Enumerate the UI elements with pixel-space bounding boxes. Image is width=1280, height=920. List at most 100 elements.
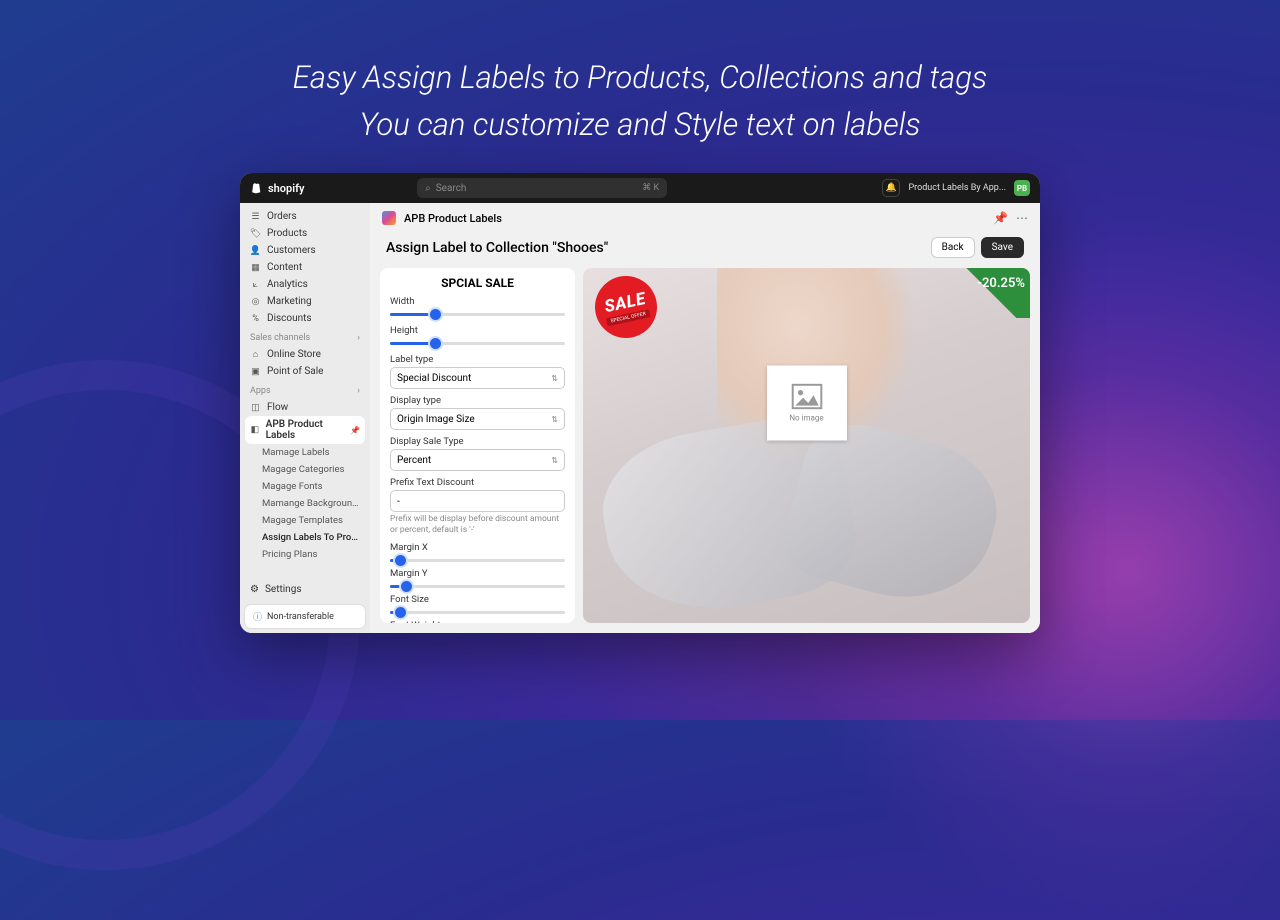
shopify-icon — [250, 182, 263, 195]
nav-label: APB Product Labels — [266, 419, 344, 441]
nav-discounts[interactable]: % Discounts — [240, 310, 370, 327]
nav-online-store[interactable]: ⌂ Online Store — [240, 346, 370, 363]
width-label: Width — [390, 296, 565, 307]
flow-icon: ◫ — [250, 402, 261, 413]
input-value: - — [397, 496, 400, 507]
pin-icon[interactable]: 📌 — [350, 426, 360, 435]
back-button[interactable]: Back — [931, 237, 975, 258]
display-sale-type-label: Display Sale Type — [390, 436, 565, 447]
section-label: Apps — [250, 386, 271, 396]
sub-manage-templates[interactable]: Magage Templates — [240, 512, 370, 529]
display-sale-type-select[interactable]: Percent ⇅ — [390, 449, 565, 471]
avatar[interactable]: PB — [1014, 180, 1030, 196]
form-panel: SPCIAL SALE Width Height — [380, 268, 575, 623]
app-icon: ◧ — [250, 425, 260, 436]
save-button[interactable]: Save — [981, 237, 1024, 258]
nav-apb-product-labels[interactable]: ◧ APB Product Labels 📌 — [245, 416, 365, 444]
nav-marketing[interactable]: ◎Marketing — [240, 293, 370, 310]
chevron-down-icon: ⇅ — [551, 456, 558, 465]
height-slider[interactable] — [390, 338, 565, 348]
nav-analytics[interactable]: ⟀Analytics — [240, 276, 370, 293]
sub-manage-categories[interactable]: Magage Categories — [240, 461, 370, 478]
shopify-brand[interactable]: shopify — [250, 182, 304, 195]
sub-assign-labels[interactable]: Assign Labels To Produ... — [240, 529, 370, 546]
app-header: APB Product Labels 📌 ⋯ — [370, 203, 1040, 233]
margin-x-slider[interactable] — [390, 555, 565, 565]
chevron-down-icon: ⇅ — [551, 415, 558, 424]
nav-label: Discounts — [267, 313, 312, 324]
nav-label: Products — [267, 228, 307, 239]
nav-label: Online Store — [267, 349, 321, 360]
width-slider[interactable] — [390, 309, 565, 319]
nav-label: Marketing — [267, 296, 312, 307]
font-size-label: Font Size — [390, 594, 565, 605]
search-input[interactable]: ⌕ Search ⌘ K — [417, 178, 667, 198]
nav-label: Customers — [267, 245, 316, 256]
search-placeholder: Search — [436, 183, 467, 194]
info-icon: ⓘ — [253, 610, 262, 623]
pos-icon: ▣ — [250, 366, 261, 377]
nav-customers[interactable]: 👤 Customers — [240, 242, 370, 259]
bell-icon: 🔔 — [886, 183, 897, 193]
products-icon: 🏷 — [250, 228, 261, 239]
chevron-right-icon[interactable]: › — [357, 386, 360, 396]
app-window: shopify ⌕ Search ⌘ K 🔔 Product Labels By… — [240, 173, 1040, 633]
nav-products[interactable]: 🏷 Products — [240, 225, 370, 242]
select-value: Special Discount — [397, 373, 471, 384]
sub-manage-backgrounds[interactable]: Mamange Backgrounds — [240, 495, 370, 512]
apps-section: Apps › — [240, 380, 370, 399]
discount-flag: -20.25% — [940, 268, 1030, 318]
discounts-icon: % — [250, 313, 261, 324]
discount-value: -20.25% — [977, 276, 1025, 291]
nav-orders[interactable]: ☰Orders — [240, 208, 370, 225]
sub-manage-fonts[interactable]: Magage Fonts — [240, 478, 370, 495]
font-weight-label: Font Weight — [390, 620, 565, 623]
no-image-placeholder: No image — [767, 365, 847, 440]
display-type-select[interactable]: Origin Image Size ⇅ — [390, 408, 565, 430]
topbar: shopify ⌕ Search ⌘ K 🔔 Product Labels By… — [240, 173, 1040, 203]
margin-y-slider[interactable] — [390, 581, 565, 591]
topbar-app-name[interactable]: Product Labels By App... — [908, 183, 1006, 193]
chevron-right-icon[interactable]: › — [357, 333, 360, 343]
brand-text: shopify — [268, 182, 304, 195]
nav-label: Orders — [267, 211, 297, 222]
display-type-label: Display type — [390, 395, 565, 406]
height-label: Height — [390, 325, 565, 336]
notifications-button[interactable]: 🔔 — [882, 179, 900, 197]
non-transferable-badge[interactable]: ⓘ Non-transferable — [245, 605, 365, 628]
sidebar: ☰Orders 🏷 Products 👤 Customers ▦Content ⟀A… — [240, 203, 370, 633]
app-logo-icon — [382, 211, 396, 225]
main-area: APB Product Labels 📌 ⋯ Assign Label to C… — [370, 203, 1040, 633]
nav-flow[interactable]: ◫ Flow — [240, 399, 370, 416]
more-icon[interactable]: ⋯ — [1016, 211, 1028, 225]
non-transferable-label: Non-transferable — [267, 612, 334, 622]
select-value: Origin Image Size — [397, 414, 475, 425]
form-title: SPCIAL SALE — [390, 276, 565, 290]
image-icon — [791, 383, 823, 409]
label-type-select[interactable]: Special Discount ⇅ — [390, 367, 565, 389]
margin-x-label: Margin X — [390, 542, 565, 553]
sub-manage-labels[interactable]: Mamage Labels — [240, 444, 370, 461]
gear-icon: ⚙ — [250, 584, 259, 595]
store-icon: ⌂ — [250, 349, 261, 360]
nav-settings[interactable]: ⚙ Settings — [240, 579, 370, 600]
page-heading: Assign Label to Collection "Shooes" Back… — [370, 233, 1040, 268]
nav-label: Point of Sale — [267, 366, 323, 377]
app-title: APB Product Labels — [404, 212, 502, 225]
content-icon: ▦ — [250, 262, 261, 273]
prefix-help: Prefix will be display before discount a… — [390, 514, 565, 536]
no-image-text: No image — [789, 413, 823, 422]
pin-icon[interactable]: 📌 — [993, 211, 1008, 225]
nav-label: Flow — [267, 402, 288, 413]
headline-line2: You can customize and Style text on labe… — [0, 102, 1280, 149]
settings-label: Settings — [265, 584, 302, 595]
nav-content[interactable]: ▦Content — [240, 259, 370, 276]
prefix-input[interactable]: - — [390, 490, 565, 512]
search-icon: ⌕ — [425, 183, 431, 194]
font-size-slider[interactable] — [390, 607, 565, 617]
customers-icon: 👤 — [250, 245, 261, 256]
nav-pos[interactable]: ▣ Point of Sale — [240, 363, 370, 380]
sub-pricing-plans[interactable]: Pricing Plans — [240, 546, 370, 563]
nav-label: Analytics — [267, 279, 308, 290]
prefix-label: Prefix Text Discount — [390, 477, 565, 488]
